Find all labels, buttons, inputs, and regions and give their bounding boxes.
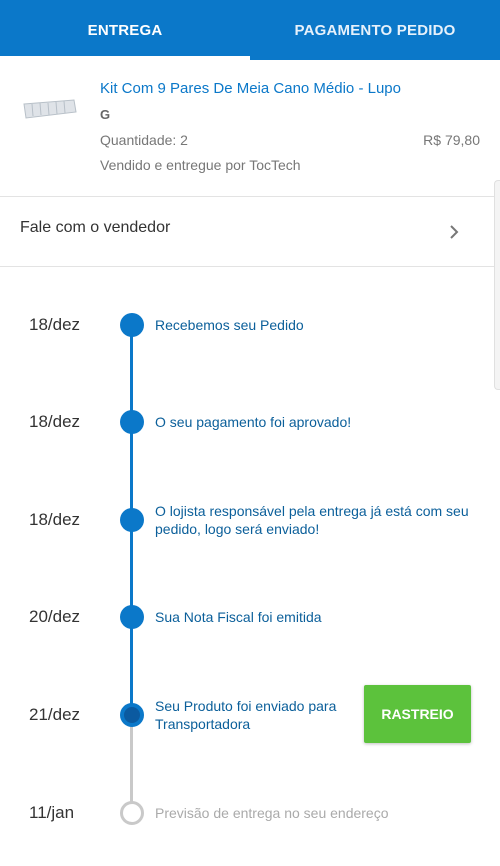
step-text: Previsão de entrega no seu endereço	[155, 805, 389, 821]
tab-bar: ENTREGA PAGAMENTO PEDIDO	[0, 0, 500, 60]
step-date: 18/dez	[29, 510, 81, 529]
product-price: R$ 79,80	[423, 132, 480, 148]
step-text: Seu Produto foi enviado para Transportad…	[155, 698, 337, 732]
contact-seller-label: Fale com o vendedor	[20, 219, 171, 236]
timeline-pending-line	[130, 715, 133, 813]
product-summary[interactable]: Kit Com 9 Pares De Meia Cano Médio - Lup…	[0, 60, 500, 197]
product-seller: Vendido e entregue por TocTech	[100, 157, 301, 173]
step-done-dot	[120, 410, 144, 434]
product-size: G	[100, 107, 111, 122]
step-date: 18/dez	[29, 315, 81, 334]
step-done-dot	[120, 508, 144, 532]
step-date: 11/jan	[29, 803, 75, 822]
tab-pagamento-label: PAGAMENTO PEDIDO	[294, 21, 456, 39]
delivery-timeline: 18/dez Recebemos seu Pedido 18/dez O seu…	[0, 267, 500, 866]
step-done-dot	[120, 313, 144, 337]
tab-entrega[interactable]: ENTREGA	[0, 0, 250, 60]
product-quantity: Quantidade: 2	[100, 132, 188, 148]
step-pending-dot	[120, 801, 144, 825]
step-done-dot	[120, 605, 144, 629]
product-title[interactable]: Kit Com 9 Pares De Meia Cano Médio - Lup…	[100, 80, 401, 97]
step-date: 18/dez	[29, 412, 81, 431]
track-shipment-button[interactable]: RASTREIO	[364, 685, 471, 743]
tab-entrega-label: ENTREGA	[87, 21, 163, 39]
socks-kit-thumbnail	[23, 99, 77, 119]
step-current-dot	[120, 703, 144, 727]
step-date: 20/dez	[29, 607, 81, 626]
contact-seller-row[interactable]: Fale com o vendedor	[0, 197, 500, 267]
chevron-right-icon	[450, 225, 459, 239]
step-text: Recebemos seu Pedido	[155, 317, 304, 333]
step-text: O lojista responsável pela entrega já es…	[155, 503, 469, 537]
tab-pagamento-pedido[interactable]: PAGAMENTO PEDIDO	[250, 0, 500, 60]
step-text: Sua Nota Fiscal foi emitida	[155, 609, 322, 625]
step-date: 21/dez	[29, 705, 81, 724]
step-text: O seu pagamento foi aprovado!	[155, 414, 352, 430]
